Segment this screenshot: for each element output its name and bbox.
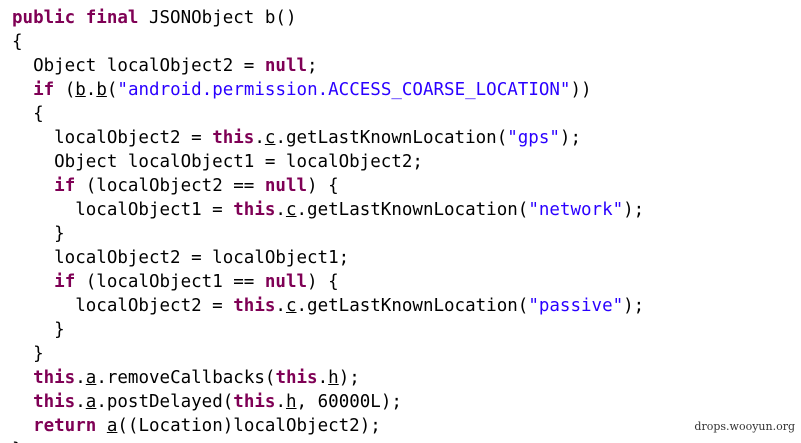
code-text: localObject2 = localObject1;: [12, 248, 350, 268]
code-keyword: this: [233, 296, 276, 316]
code-text: ;: [307, 56, 318, 76]
code-text: .: [75, 392, 86, 412]
code-line: localObject2 = this.c.getLastKnownLocati…: [12, 126, 581, 150]
code-line: Object localObject2 = null;: [12, 54, 318, 78]
code-text: Object localObject2 =: [12, 56, 265, 76]
code-text: .: [85, 80, 97, 100]
code-keyword: this: [275, 368, 318, 388]
code-text: .: [317, 368, 329, 388]
code-text: );: [623, 200, 645, 220]
code-text: (localObject1 ==: [75, 272, 265, 292]
code-string: "passive": [528, 296, 624, 316]
code-line: }: [12, 222, 65, 246]
code-text: ) {: [307, 176, 339, 196]
code-identifier: c: [264, 128, 276, 148]
code-text: (: [54, 80, 76, 100]
code-text: , 60000L);: [296, 392, 402, 412]
watermark: drops.wooyun.org: [694, 420, 795, 433]
code-line: this.a.postDelayed(this.h, 60000L);: [12, 390, 402, 414]
code-keyword: if: [54, 272, 76, 292]
code-editor: public final JSONObject b(){ Object loca…: [0, 0, 801, 443]
code-text: (: [106, 80, 118, 100]
code-keyword: if: [33, 80, 55, 100]
code-keyword: this: [212, 128, 255, 148]
code-keyword: null: [264, 272, 308, 292]
code-keyword: null: [264, 176, 308, 196]
code-text: localObject1 =: [12, 200, 234, 220]
code-identifier: h: [328, 368, 339, 388]
code-keyword: final: [85, 8, 139, 28]
code-line: if (localObject1 == null) {: [12, 270, 339, 294]
code-string: "gps": [507, 128, 560, 148]
code-text: .: [254, 128, 265, 148]
code-line: {: [12, 102, 44, 126]
code-identifier: c: [285, 200, 297, 220]
code-text: .postDelayed(: [96, 392, 234, 412]
code-line: if (b.b("android.permission.ACCESS_COARS…: [12, 78, 592, 102]
code-text: )): [570, 80, 592, 100]
code-string: "android.permission.ACCESS_COARSE_LOCATI…: [117, 80, 571, 100]
code-keyword: return: [33, 416, 97, 436]
code-line: localObject2 = this.c.getLastKnownLocati…: [12, 294, 644, 318]
code-text: Object localObject1 = localObject2;: [12, 152, 423, 172]
code-line: }: [12, 318, 65, 342]
code-line: return a((Location)localObject2);: [12, 414, 381, 438]
code-identifier: h: [286, 392, 297, 412]
code-line: Object localObject1 = localObject2;: [12, 150, 423, 174]
code-text: .: [75, 368, 86, 388]
code-text: );: [623, 296, 645, 316]
code-keyword: this: [33, 368, 76, 388]
code-identifier: b: [75, 80, 86, 100]
code-text: {: [12, 32, 23, 52]
code-text: .: [275, 200, 286, 220]
code-line: }: [12, 438, 23, 443]
code-line: if (localObject2 == null) {: [12, 174, 339, 198]
code-identifier: a: [85, 392, 97, 412]
code-identifier: a: [106, 416, 118, 436]
code-identifier: c: [285, 296, 297, 316]
code-text: }: [12, 320, 65, 340]
code-text: .getLastKnownLocation(: [296, 200, 529, 220]
code-text: ) {: [307, 272, 339, 292]
code-text: localObject2 =: [12, 296, 234, 316]
code-identifier: a: [85, 368, 97, 388]
code-text: ((Location)localObject2);: [117, 416, 381, 436]
code-text: JSONObject b(): [138, 8, 297, 28]
code-keyword: this: [233, 392, 276, 412]
code-text: }: [12, 344, 44, 364]
code-text: (localObject2 ==: [75, 176, 265, 196]
code-text: {: [12, 104, 44, 124]
code-line: {: [12, 30, 23, 54]
code-text: .removeCallbacks(: [96, 368, 276, 388]
code-text: .: [275, 296, 286, 316]
code-text: );: [559, 128, 581, 148]
code-keyword: public: [12, 8, 76, 28]
code-identifier: b: [96, 80, 107, 100]
code-line: localObject2 = localObject1;: [12, 246, 349, 270]
code-text: localObject2 =: [12, 128, 213, 148]
code-line: localObject1 = this.c.getLastKnownLocati…: [12, 198, 644, 222]
code-line: this.a.removeCallbacks(this.h);: [12, 366, 360, 390]
code-text: );: [338, 368, 360, 388]
code-text: .getLastKnownLocation(: [296, 296, 529, 316]
code-keyword: null: [264, 56, 308, 76]
code-line: public final JSONObject b(): [12, 6, 297, 30]
code-text: .getLastKnownLocation(: [275, 128, 508, 148]
code-line: }: [12, 342, 44, 366]
code-text: .: [275, 392, 286, 412]
code-keyword: this: [233, 200, 276, 220]
code-text: }: [12, 224, 65, 244]
code-keyword: this: [33, 392, 76, 412]
code-keyword: if: [54, 176, 76, 196]
code-string: "network": [528, 200, 624, 220]
